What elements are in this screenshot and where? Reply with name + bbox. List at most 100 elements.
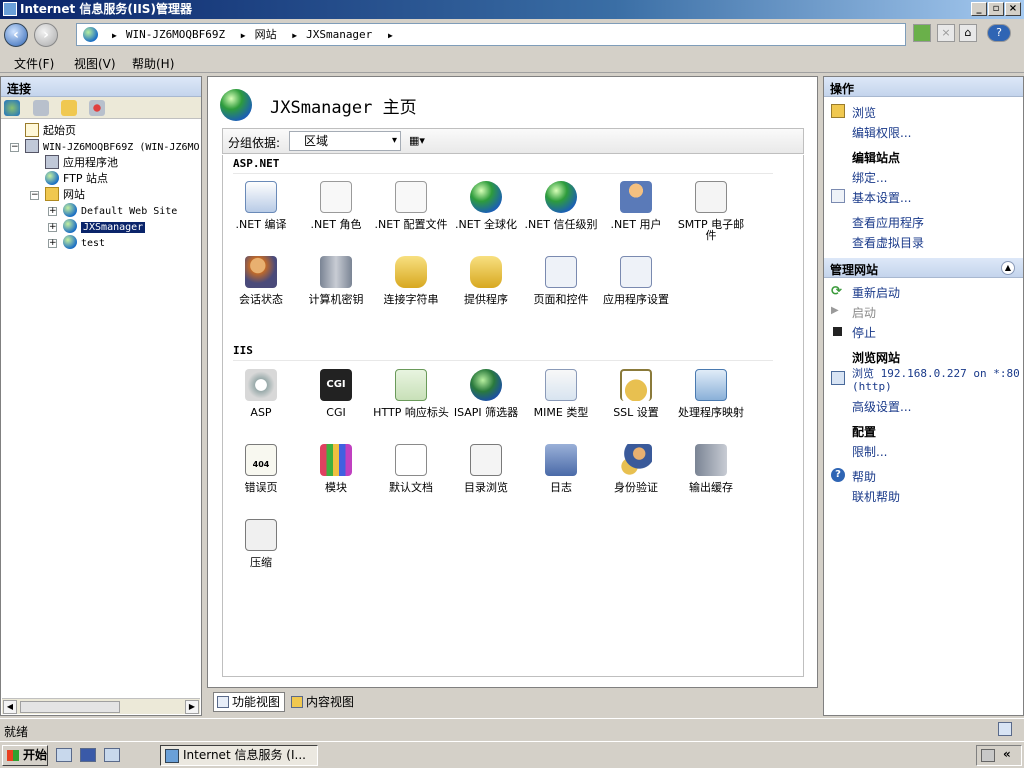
feature-modules[interactable]: 模块 (298, 444, 374, 493)
tab-content-view[interactable]: 内容视图 (287, 692, 359, 712)
feature-net-profile[interactable]: .NET 配置文件 (373, 181, 449, 230)
tree-start-page[interactable]: 起始页 (25, 123, 76, 139)
feature-isapi-filters[interactable]: ISAPI 筛选器 (448, 369, 524, 418)
view-mode-icon[interactable]: ▦▾ (409, 134, 435, 148)
stop-icon[interactable]: × (937, 24, 955, 42)
feature-net-users[interactable]: .NET 用户 (598, 181, 674, 230)
action-advanced-settings[interactable]: 高级设置... (852, 398, 911, 415)
tray-expand-icon[interactable]: « (1003, 747, 1011, 761)
action-stop[interactable]: 停止 (852, 324, 876, 341)
action-view-virtual-directories[interactable]: 查看虚拟目录 (852, 234, 924, 251)
feature-output-caching[interactable]: 输出缓存 (673, 444, 749, 493)
address-bar[interactable]: ▶ WIN-JZ6MOQBF69Z ▶ 网站 ▶ JXSmanager ▶ (76, 23, 906, 46)
expand-default-site-icon[interactable]: + (48, 207, 57, 216)
action-edit-permissions[interactable]: 编辑权限... (852, 124, 911, 141)
feature-ssl-settings[interactable]: SSL 设置 (598, 369, 674, 418)
collapse-sites-icon[interactable]: − (30, 191, 39, 200)
feature-net-globalization[interactable]: .NET 全球化 (448, 181, 524, 230)
feature-connection-strings[interactable]: 连接字符串 (373, 256, 449, 305)
minimize-button[interactable]: _ (971, 2, 987, 16)
collapse-server-icon[interactable]: − (10, 143, 19, 152)
manage-site-header: 管理网站 ▲ (824, 258, 1023, 278)
action-bindings[interactable]: 绑定... (852, 169, 887, 186)
tree-sites[interactable]: 网站 (45, 187, 85, 203)
back-button[interactable]: ‹ (4, 23, 28, 47)
tree-test[interactable]: test (63, 235, 105, 252)
action-basic-settings[interactable]: 基本设置... (852, 189, 911, 206)
powershell-icon[interactable] (80, 748, 96, 762)
collapse-icon[interactable]: ▲ (1001, 261, 1015, 275)
tree-jxsmanager[interactable]: JXSmanager (63, 219, 146, 236)
expand-jxsmanager-icon[interactable]: + (48, 223, 57, 232)
action-help[interactable]: 帮助 (852, 468, 876, 485)
feature-net-trust-levels[interactable]: .NET 信任级别 (523, 181, 599, 230)
action-limits[interactable]: 限制... (852, 443, 887, 460)
expand-test-icon[interactable]: + (48, 239, 57, 248)
start-button[interactable]: 开始 (2, 745, 48, 766)
refresh-icon[interactable] (913, 24, 931, 42)
scroll-left-icon[interactable]: ◀ (3, 700, 17, 714)
lock-icon (620, 369, 652, 401)
mime-types-icon (545, 369, 577, 401)
tree-app-pools[interactable]: 应用程序池 (45, 155, 118, 171)
feature-handler-mappings[interactable]: 处理程序映射 (673, 369, 749, 418)
forward-button[interactable]: › (34, 23, 58, 47)
feature-default-document[interactable]: 默认文档 (373, 444, 449, 493)
action-restart[interactable]: 重新启动 (852, 284, 900, 301)
connections-toolbar (1, 97, 201, 119)
feature-mime-types[interactable]: MIME 类型 (523, 369, 599, 418)
feature-cgi[interactable]: CGI CGI (298, 369, 374, 418)
action-online-help[interactable]: 联机帮助 (852, 488, 900, 505)
tab-features-view[interactable]: 功能视图 (213, 692, 286, 712)
scroll-thumb[interactable] (20, 701, 120, 713)
tree-default-web-site[interactable]: Default Web Site (63, 203, 177, 220)
breadcrumb-sites[interactable]: 网站 (255, 24, 277, 45)
action-browse[interactable]: 浏览 (852, 104, 876, 121)
home-icon[interactable]: ⌂ (959, 24, 977, 42)
horizontal-scrollbar[interactable]: ◀ ▶ (2, 698, 200, 714)
save-icon[interactable] (33, 100, 49, 116)
feature-machine-key[interactable]: 计算机密钥 (298, 256, 374, 305)
network-tray-icon[interactable] (981, 749, 995, 762)
feature-session-state[interactable]: 会话状态 (223, 256, 299, 305)
feature-providers[interactable]: 提供程序 (448, 256, 524, 305)
tree-ftp-sites[interactable]: FTP 站点 (45, 171, 108, 187)
menu-file[interactable]: 文件(F) (14, 55, 54, 72)
maximize-button[interactable]: ▫ (988, 2, 1004, 16)
feature-app-settings[interactable]: 应用程序设置 (598, 256, 674, 305)
feature-directory-browsing[interactable]: 目录浏览 (448, 444, 524, 493)
up-folder-icon[interactable] (61, 100, 77, 116)
menu-view[interactable]: 视图(V) (74, 55, 116, 72)
feature-http-headers[interactable]: HTTP 响应标头 (373, 369, 449, 418)
feature-smtp-email[interactable]: SMTP 电子邮件 (673, 181, 749, 241)
feature-error-pages[interactable]: 404 错误页 (223, 444, 299, 493)
breadcrumb-site[interactable]: JXSmanager (306, 24, 372, 45)
connections-tree: 起始页 − WIN-JZ6MOQBF69Z (WIN-JZ6MO 应用程序池 F… (1, 119, 201, 249)
action-view-applications[interactable]: 查看应用程序 (852, 214, 924, 231)
server-manager-icon[interactable] (56, 748, 72, 762)
explorer-icon[interactable] (104, 748, 120, 762)
site-globe-icon (63, 235, 77, 249)
users-icon (620, 181, 652, 213)
connect-icon[interactable] (4, 100, 20, 116)
feature-net-roles[interactable]: .NET 角色 (298, 181, 374, 230)
action-browse-url[interactable]: 浏览 192.168.0.227 on *:80 (http) (852, 367, 1020, 393)
feature-logging[interactable]: 日志 (523, 444, 599, 493)
taskbar-iis-button[interactable]: Internet 信息服务 (I... (160, 745, 318, 766)
close-button[interactable]: × (1005, 2, 1021, 16)
help-icon[interactable]: ? (987, 24, 1011, 42)
disconnect-icon[interactable] (89, 100, 105, 116)
default-document-icon (395, 444, 427, 476)
scroll-right-icon[interactable]: ▶ (185, 700, 199, 714)
feature-asp[interactable]: ASP (223, 369, 299, 418)
action-start[interactable]: 启动 (852, 304, 876, 321)
feature-authentication[interactable]: 身份验证 (598, 444, 674, 493)
tree-server[interactable]: WIN-JZ6MOQBF69Z (WIN-JZ6MO (25, 139, 200, 156)
feature-pages-controls[interactable]: 页面和控件 (523, 256, 599, 305)
menu-help[interactable]: 帮助(H) (132, 55, 174, 72)
feature-compression[interactable]: 压缩 (223, 519, 299, 568)
breadcrumb-server[interactable]: WIN-JZ6MOQBF69Z (126, 24, 225, 45)
roles-icon (320, 181, 352, 213)
group-by-select[interactable]: 区域 (289, 131, 401, 151)
feature-net-compilation[interactable]: .NET 编译 (223, 181, 299, 230)
